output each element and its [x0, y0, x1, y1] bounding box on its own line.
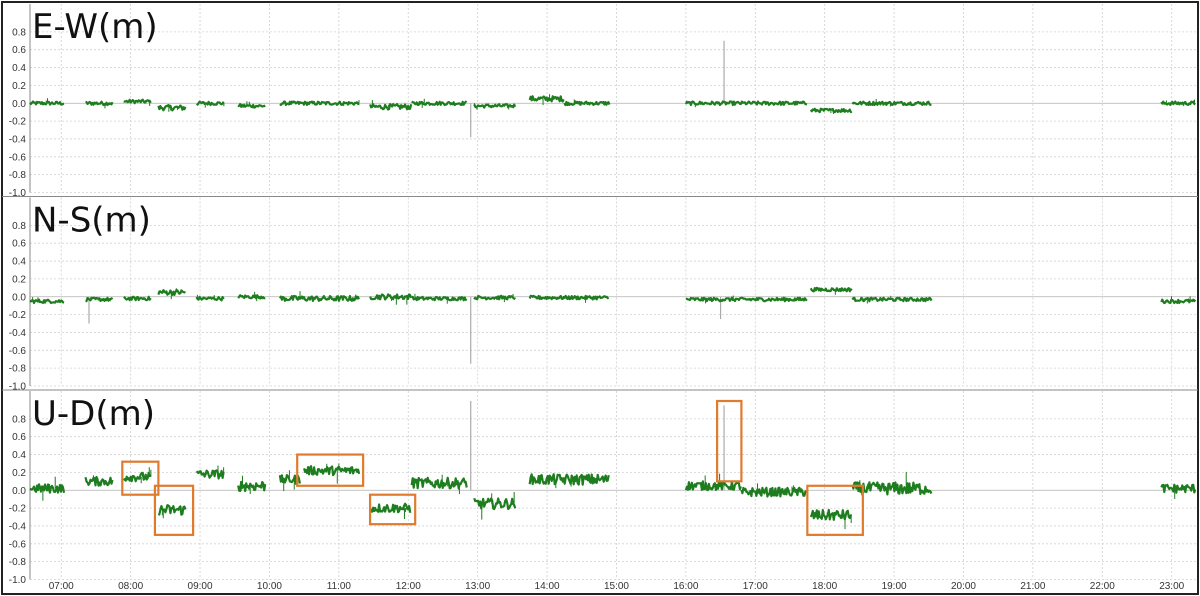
series-segment: [237, 103, 266, 109]
gnss-displacement-chart: 0.8 0.6 0.4 0.2 0.0 -0.2 -0.4 -0.6 -0.8 -1.0 E-W(m…: [1, 1, 1199, 595]
series-segment: [122, 471, 152, 483]
x-tick-label: 22:00: [1090, 581, 1115, 592]
panel-2: 0.8 0.6 0.4 0.2 0.0 -0.2 -0.4 -0.6 -0.8 -1.0 U-D(m…: [2, 389, 1198, 586]
y-tick-label: -0.8: [9, 170, 27, 181]
panel-0: 0.8 0.6 0.4 0.2 0.0 -0.2 -0.4 -0.6 -0.8 -1.0 E-W(m…: [9, 4, 1196, 199]
y-tick-label: -0.8: [9, 364, 27, 375]
series-segment: [29, 483, 66, 494]
x-tick-label: 07:00: [49, 581, 74, 592]
series-segment: [195, 295, 225, 302]
x-tick-label: 21:00: [1020, 581, 1045, 592]
y-tick-label: -0.4: [9, 328, 27, 339]
y-tick-label: 0.0: [12, 99, 26, 110]
x-tick-label: 10:00: [257, 581, 282, 592]
series-segment: [528, 473, 610, 486]
x-tick-label: 14:00: [535, 581, 560, 592]
x-tick-label: 23:00: [1159, 581, 1184, 592]
y-tick-label: -1.0: [9, 575, 27, 586]
series-segment: [851, 100, 932, 107]
series-segment: [84, 475, 114, 487]
series-segment: [851, 481, 933, 496]
y-tick-label: -0.6: [9, 346, 27, 357]
y-tick-label: 0.0: [12, 486, 26, 497]
series-segment: [851, 296, 933, 303]
series-segment: [411, 100, 468, 107]
y-tick-label: -1.0: [9, 382, 27, 393]
x-tick-label: 09:00: [188, 581, 213, 592]
y-tick-label: -0.2: [9, 504, 27, 515]
y-tick-label: 0.2: [12, 81, 26, 92]
y-tick-label: 0.8: [12, 27, 26, 38]
y-tick-label: 0.2: [12, 274, 26, 285]
series-segment: [123, 98, 152, 105]
series-segment: [740, 486, 807, 498]
y-tick-label: 0.6: [12, 432, 26, 443]
series-segment: [684, 480, 742, 492]
series-segment: [809, 286, 853, 293]
x-tick-label: 20:00: [951, 581, 976, 592]
series-segment: [1160, 483, 1197, 494]
panel-title: U-D(m): [32, 394, 155, 434]
series-segment: [195, 100, 225, 107]
series-segment: [279, 100, 360, 106]
panel-title: E-W(m): [32, 7, 158, 47]
x-tick-label: 16:00: [673, 581, 698, 592]
y-tick-label: 0.6: [12, 45, 26, 56]
series-segment: [157, 289, 186, 296]
y-tick-label: -0.2: [9, 117, 27, 128]
series-segment: [563, 100, 611, 107]
y-tick-label: -0.6: [9, 152, 27, 163]
series-segment: [809, 508, 852, 521]
series-segment: [410, 295, 468, 302]
series-segment: [303, 465, 361, 477]
series-segment: [237, 294, 266, 300]
series-segment: [685, 296, 808, 303]
y-tick-label: -1.0: [9, 188, 27, 199]
series-segment: [123, 295, 152, 302]
y-tick-label: -0.4: [9, 521, 27, 532]
panel-title: N-S(m): [32, 201, 151, 241]
y-tick-label: -0.6: [9, 539, 27, 550]
x-tick-label: 12:00: [396, 581, 421, 592]
x-tick-label: 08:00: [118, 581, 143, 592]
series-segment: [29, 100, 65, 106]
x-tick-label: 17:00: [743, 581, 768, 592]
y-tick-label: -0.2: [9, 310, 27, 321]
panel-1: 0.8 0.6 0.4 0.2 0.0 -0.2 -0.4 -0.6 -0.8 -1.0 N-S(m…: [2, 196, 1198, 393]
x-tick-label: 18:00: [812, 581, 837, 592]
series-segment: [157, 103, 187, 112]
series-segment: [473, 497, 517, 511]
series-segment: [29, 298, 65, 304]
highlight-box: [716, 399, 743, 483]
x-tick-label: 15:00: [604, 581, 629, 592]
series-segment: [369, 103, 413, 111]
y-tick-label: 0.4: [12, 257, 26, 268]
series-segment: [528, 95, 565, 103]
x-tick-label: 13:00: [465, 581, 490, 592]
y-tick-label: 0.8: [12, 221, 26, 232]
x-tick-label: 11:00: [327, 581, 352, 592]
series-segment: [195, 469, 225, 480]
highlight-box: [806, 484, 864, 536]
y-tick-label: 0.4: [12, 450, 26, 461]
series-segment: [85, 100, 114, 107]
y-tick-label: 0.8: [12, 414, 26, 425]
y-tick-label: 0.0: [12, 292, 26, 303]
y-tick-label: -0.4: [9, 134, 27, 145]
y-tick-label: 0.6: [12, 239, 26, 250]
y-tick-label: 0.4: [12, 63, 26, 74]
series-segment: [684, 100, 808, 107]
series-segment: [369, 293, 413, 301]
x-tick-label: 19:00: [882, 581, 907, 592]
series-segment: [410, 476, 468, 490]
y-tick-label: 0.2: [12, 468, 26, 479]
y-tick-label: -0.8: [9, 557, 27, 568]
